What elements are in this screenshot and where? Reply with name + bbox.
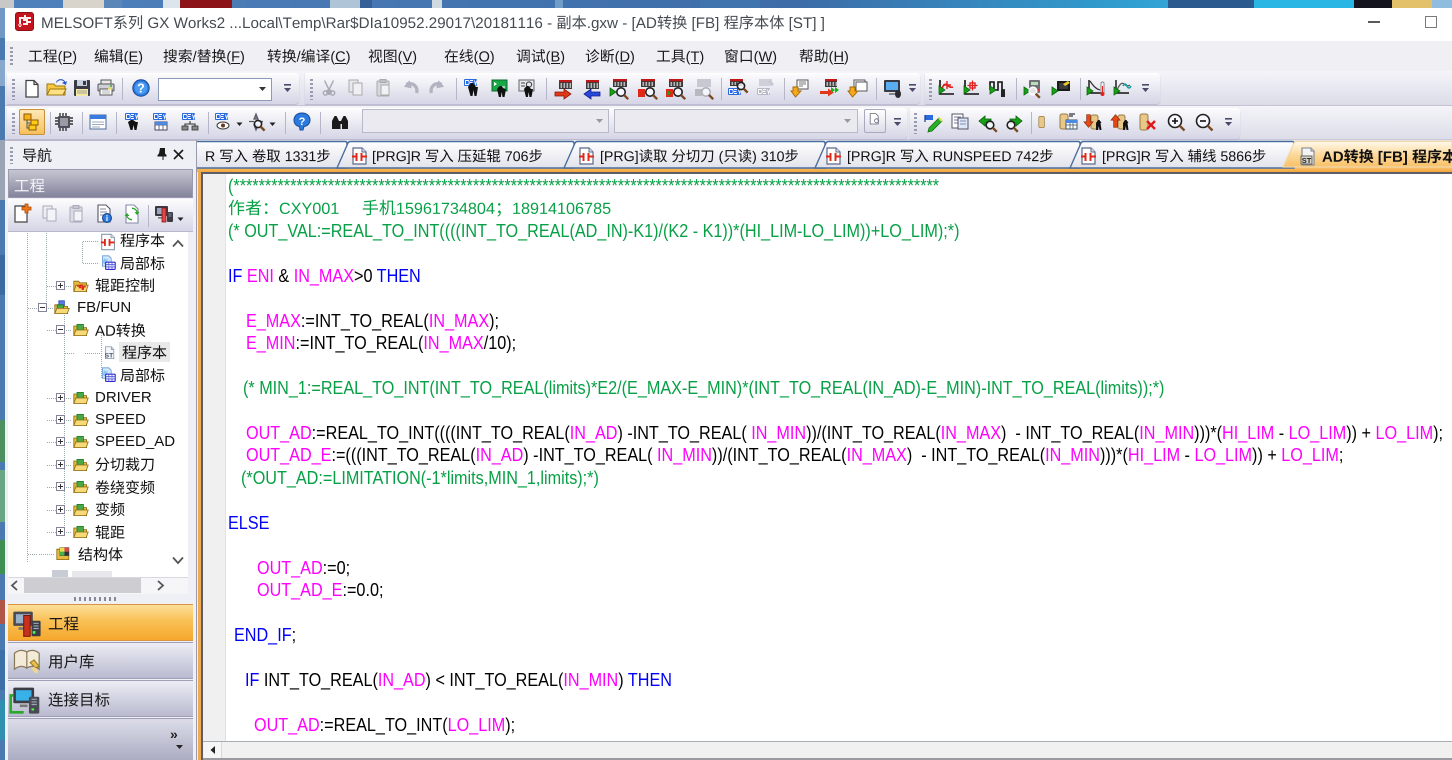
svg-text:ST: ST — [105, 352, 114, 359]
svg-text:i: i — [106, 214, 108, 223]
svg-text:?: ? — [299, 116, 306, 128]
svg-text:ST: ST — [1302, 156, 1312, 165]
svg-text:?: ? — [137, 82, 145, 96]
